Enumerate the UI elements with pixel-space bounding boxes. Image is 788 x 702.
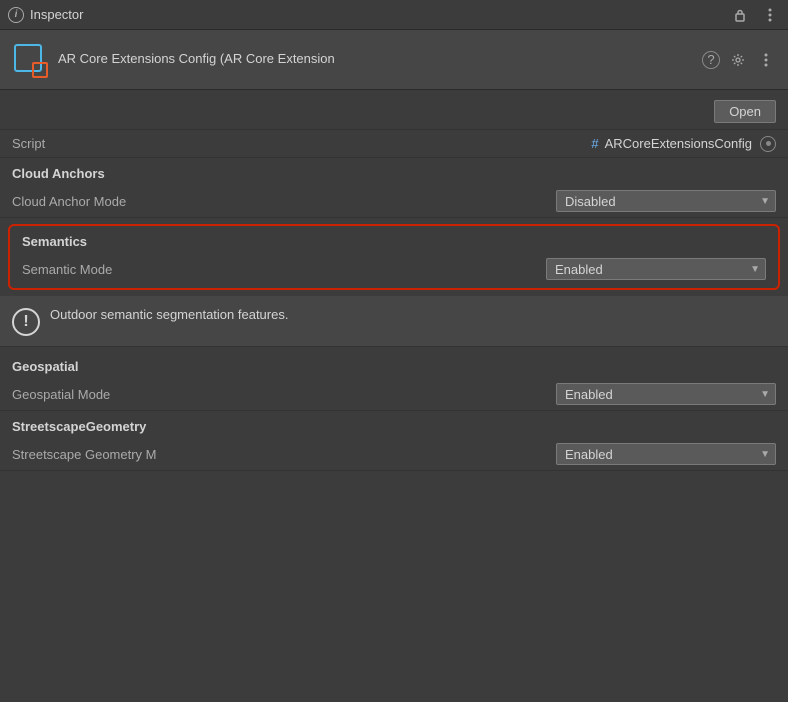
open-button[interactable]: Open [714,100,776,123]
lock-icon-button[interactable] [730,5,750,25]
component-header-icons: ? [702,50,776,70]
cloud-anchor-dropdown-wrapper: Disabled Enabled Persistent ▼ [556,190,776,212]
warning-box: ! Outdoor semantic segmentation features… [0,296,788,347]
semantic-mode-dropdown[interactable]: Disabled Enabled [546,258,766,280]
semantic-mode-label: Semantic Mode [22,262,182,277]
semantics-header: Semantics [10,226,778,253]
tab-bar-right [730,5,780,25]
component-title: AR Core Extensions Config (AR Core Exten… [58,51,694,68]
geospatial-mode-dropdown[interactable]: Disabled Enabled [556,383,776,405]
script-row: Script # ARCoreExtensionsConfig [0,130,788,158]
component-settings-button[interactable] [728,50,748,70]
hash-icon: # [591,136,598,151]
warning-icon: ! [12,308,40,336]
semantics-section: Semantics Semantic Mode Disabled Enabled… [8,224,780,290]
component-header: AR Core Extensions Config (AR Core Exten… [0,30,788,90]
target-icon-button[interactable] [760,136,776,152]
cloud-anchors-header: Cloud Anchors [0,158,788,185]
streetscape-header: StreetscapeGeometry [0,411,788,438]
content-area: Script # ARCoreExtensionsConfig Cloud An… [0,130,788,702]
script-label: Script [12,136,172,151]
cloud-anchor-mode-value: Disabled Enabled Persistent ▼ [172,190,776,212]
geospatial-mode-row: Geospatial Mode Disabled Enabled ▼ [0,378,788,411]
info-icon: i [8,7,24,23]
semantic-mode-dropdown-wrapper: Disabled Enabled ▼ [546,258,766,280]
warning-text: Outdoor semantic segmentation features. [50,306,776,324]
streetscape-mode-label: Streetscape Geometry M [12,447,172,462]
streetscape-mode-value: Disabled Enabled ▼ [172,443,776,465]
component-icon [12,42,48,78]
cloud-anchor-mode-dropdown[interactable]: Disabled Enabled Persistent [556,190,776,212]
cloud-anchor-mode-row: Cloud Anchor Mode Disabled Enabled Persi… [0,185,788,218]
script-value: # ARCoreExtensionsConfig [172,136,776,152]
streetscape-mode-row: Streetscape Geometry M Disabled Enabled … [0,438,788,471]
component-help-button[interactable]: ? [702,51,720,69]
cube-inner-icon [32,62,48,78]
geospatial-section: Geospatial Geospatial Mode Disabled Enab… [0,351,788,411]
streetscape-mode-dropdown[interactable]: Disabled Enabled [556,443,776,465]
component-more-button[interactable] [756,50,776,70]
cloud-anchors-section: Cloud Anchors Cloud Anchor Mode Disabled… [0,158,788,218]
tab-title: Inspector [30,7,83,22]
more-options-button[interactable] [760,5,780,25]
geospatial-mode-value: Disabled Enabled ▼ [172,383,776,405]
tab-bar: i Inspector [0,0,788,30]
streetscape-section: StreetscapeGeometry Streetscape Geometry… [0,411,788,471]
inspector-panel: i Inspector AR [0,0,788,702]
script-value-inner: # ARCoreExtensionsConfig [591,136,752,151]
cloud-anchor-mode-label: Cloud Anchor Mode [12,194,172,209]
semantic-mode-value: Disabled Enabled ▼ [182,258,766,280]
script-name: ARCoreExtensionsConfig [605,136,752,151]
semantic-mode-row: Semantic Mode Disabled Enabled ▼ [10,253,778,288]
geospatial-dropdown-wrapper: Disabled Enabled ▼ [556,383,776,405]
geospatial-header: Geospatial [0,351,788,378]
geospatial-mode-label: Geospatial Mode [12,387,172,402]
streetscape-dropdown-wrapper: Disabled Enabled ▼ [556,443,776,465]
open-button-row: Open [0,90,788,130]
tab-bar-left: i Inspector [8,7,83,23]
